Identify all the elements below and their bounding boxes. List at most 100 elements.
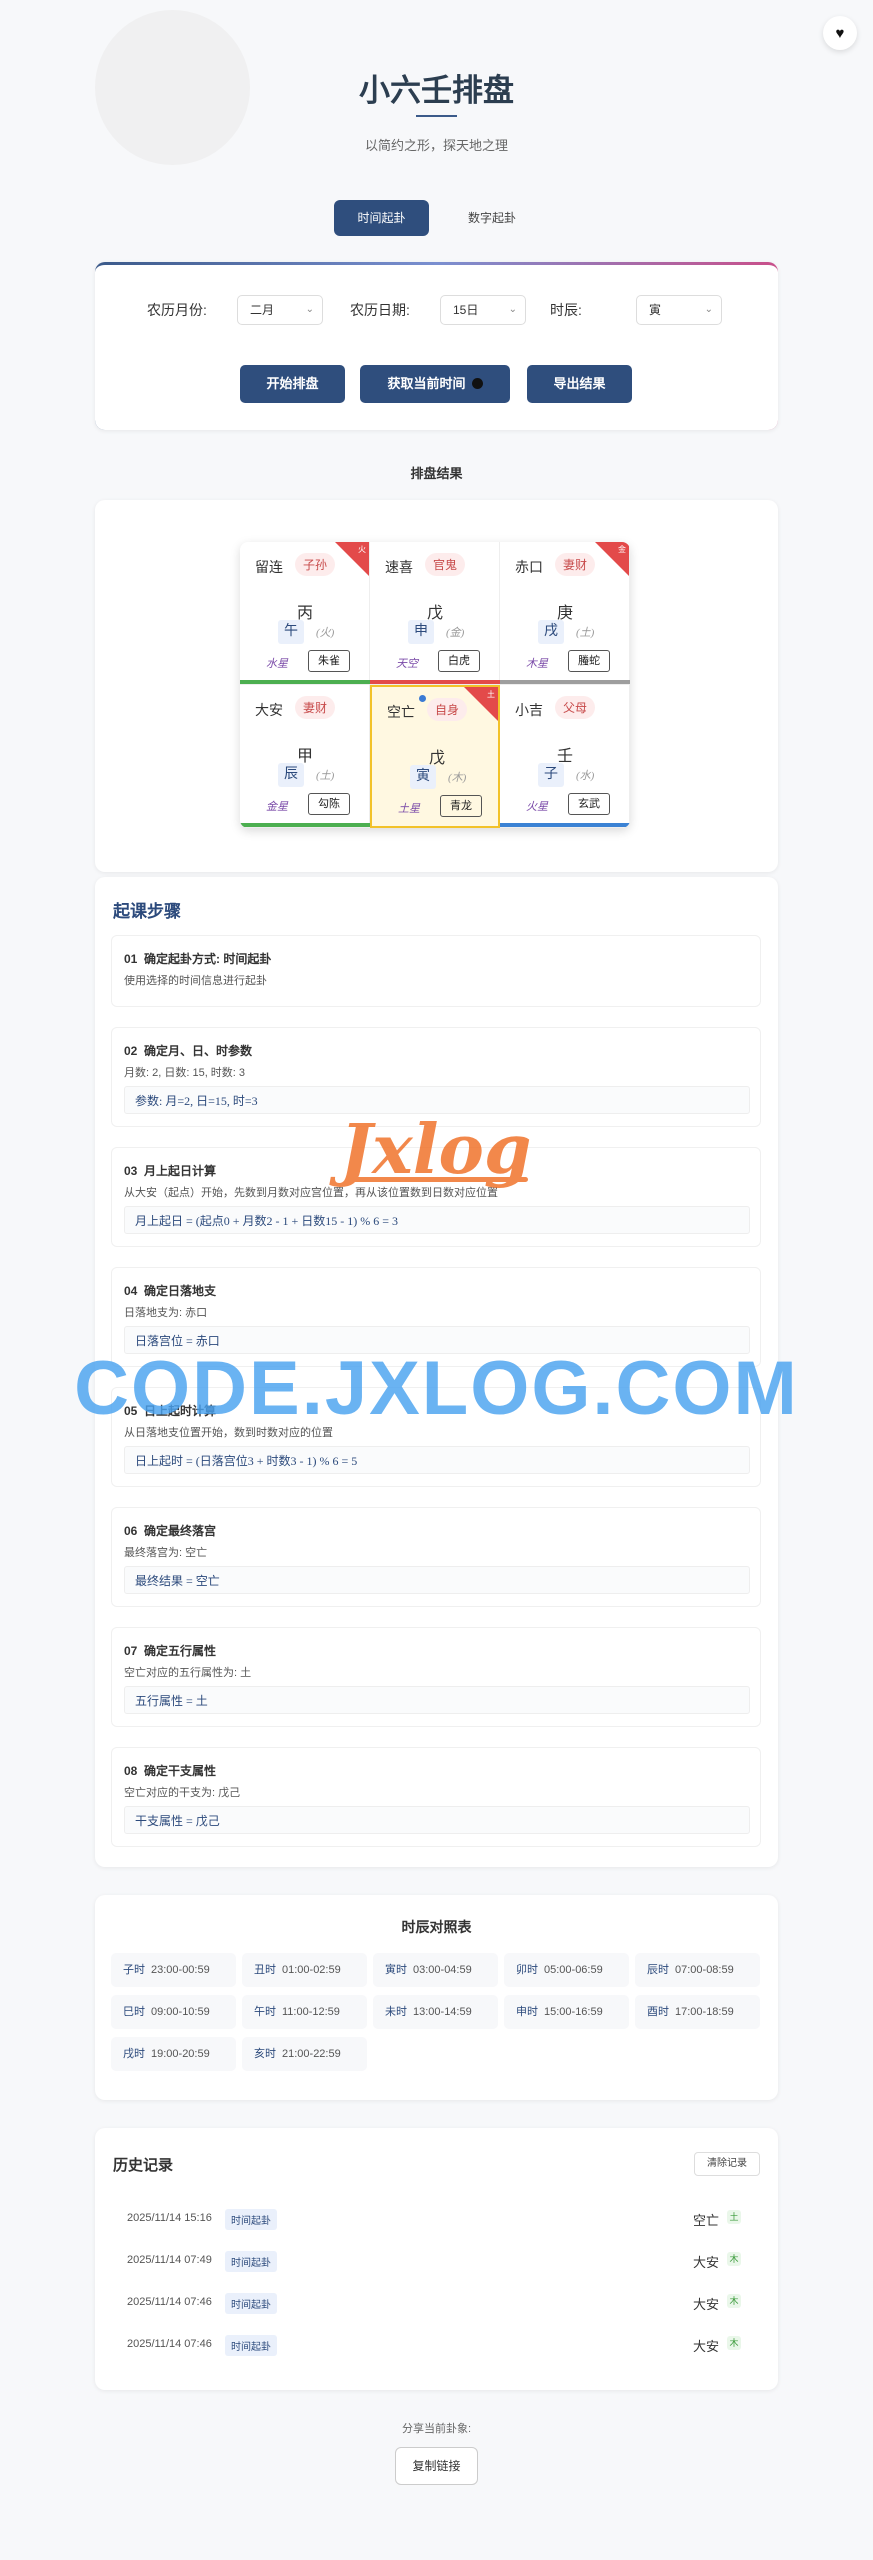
- step-formula: 五行属性 = 土: [124, 1686, 750, 1714]
- history-time: 2025/11/14 07:49: [127, 2254, 212, 2266]
- month-select[interactable]: 二月 ⌄: [237, 295, 323, 325]
- chevron-down-icon: ⌄: [305, 304, 314, 315]
- shichen-title: 时辰对照表: [401, 1919, 472, 1935]
- shichen-time: 05:00-06:59: [544, 1964, 603, 1976]
- step-description: 最终落宫为: 空亡: [124, 1547, 208, 1559]
- relation-badge: 子孙: [295, 553, 336, 576]
- shichen-item: 酉时 17:00-18:59: [635, 1995, 760, 2029]
- six-palace-board: 留连 子孙丙午 (火) 水星 朱雀火速喜 官鬼戊申 (金) 天空 白虎 赤口 妻财庚戌 (土) 木星 螣蛇…: [240, 542, 630, 828]
- step-description: 月数: 2, 日数: 15, 时数: 3: [124, 1067, 246, 1079]
- heavenly-stem: 丙: [296, 605, 313, 622]
- shichen-time: 01:00-02:59: [282, 1964, 341, 1976]
- step-description: 空亡对应的五行属性为: 土: [124, 1667, 252, 1679]
- palace-cell: 速喜 官鬼戊申 (金) 天空 白虎: [370, 542, 500, 685]
- copy-link-button[interactable]: 复制链接: [395, 2447, 478, 2485]
- step-formula: 最终结果 = 空亡: [124, 1566, 750, 1594]
- history-method-badge: 时间起卦: [225, 2335, 277, 2356]
- history-method-badge: 时间起卦: [225, 2251, 277, 2272]
- history-row[interactable]: 2025/11/14 07:46 时间起卦 大安木: [113, 2284, 759, 2324]
- shichen-name: 未时: [385, 2006, 407, 2018]
- clear-history-button[interactable]: 清除记录: [694, 2152, 760, 2176]
- shichen-time: 23:00-00:59: [151, 1964, 210, 1976]
- marker-dot: [419, 695, 426, 702]
- shichen-name: 亥时: [254, 2048, 276, 2060]
- palace-name: 速喜: [385, 561, 413, 576]
- element-bar: [370, 680, 500, 684]
- shichen-time: 15:00-16:59: [544, 2006, 603, 2018]
- shichen-item: 巳时 09:00-10:59: [111, 1995, 236, 2029]
- element-bar: [500, 680, 630, 684]
- hour-select[interactable]: 寅 ⌄: [636, 295, 722, 325]
- step-description: 空亡对应的干支为: 戊己: [124, 1787, 241, 1799]
- shichen-item: 未时 13:00-14:59: [373, 1995, 498, 2029]
- element-label: (木): [448, 772, 467, 784]
- shichen-item: 亥时 21:00-22:59: [242, 2037, 367, 2071]
- shichen-name: 戌时: [123, 2048, 145, 2060]
- shichen-card: 时辰对照表 子时 23:00-00:59 丑时 01:00-02:59 寅时 03:00-…: [95, 1895, 778, 2100]
- shichen-item: 戌时 19:00-20:59: [111, 2037, 236, 2071]
- spirit-badge: 朱雀: [308, 650, 350, 672]
- step-description: 日落地支为: 赤口: [124, 1307, 208, 1319]
- palace-name: 小吉: [515, 704, 543, 719]
- history-title: 历史记录: [113, 2157, 174, 2174]
- shichen-item: 辰时 07:00-08:59: [635, 1953, 760, 1987]
- history-element-badge: 土: [727, 2210, 741, 2224]
- history-time: 2025/11/14 07:46: [127, 2338, 212, 2350]
- start-button[interactable]: 开始排盘: [240, 365, 345, 403]
- step-item: 01 确定起卦方式: 时间起卦 使用选择的时间信息进行起卦: [111, 935, 761, 1007]
- spirit-badge: 青龙: [440, 795, 482, 817]
- earthly-branch: 戌: [538, 620, 564, 644]
- step-heading: 03 月上起日计算: [124, 1164, 217, 1178]
- board-card: 留连 子孙丙午 (火) 水星 朱雀火速喜 官鬼戊申 (金) 天空 白虎 赤口 妻财庚戌 (土) 木星 螣蛇…: [95, 500, 778, 872]
- shichen-item: 申时 15:00-16:59: [504, 1995, 629, 2029]
- element-label: (土): [316, 770, 335, 782]
- relation-badge: 妻财: [555, 553, 596, 576]
- shichen-name: 巳时: [123, 2006, 145, 2018]
- heavenly-stem: 壬: [556, 748, 573, 765]
- export-button[interactable]: 导出结果: [527, 365, 632, 403]
- step-heading: 04 确定日落地支: [124, 1284, 217, 1298]
- spirit-badge: 玄武: [568, 793, 610, 815]
- hour-label: 时辰:: [550, 302, 582, 318]
- history-row[interactable]: 2025/11/14 07:49 时间起卦 大安木: [113, 2242, 759, 2282]
- tab-number[interactable]: 数字起卦: [448, 200, 536, 236]
- relation-badge: 妻财: [295, 696, 336, 719]
- step-heading: 06 确定最终落宫: [124, 1524, 217, 1538]
- step-heading: 07 确定五行属性: [124, 1644, 217, 1658]
- star-label: 水星: [266, 658, 288, 670]
- shichen-time: 11:00-12:59: [282, 2006, 340, 2018]
- get-now-button[interactable]: 获取当前时间: [360, 365, 510, 403]
- star-label: 木星: [526, 658, 548, 670]
- chevron-down-icon: ⌄: [704, 304, 713, 315]
- shichen-item: 子时 23:00-00:59: [111, 1953, 236, 1987]
- palace-cell: 留连 子孙丙午 (火) 水星 朱雀 火: [240, 542, 370, 685]
- shichen-name: 寅时: [385, 1964, 407, 1976]
- history-row[interactable]: 2025/11/14 15:16 时间起卦 空亡土: [113, 2200, 759, 2240]
- shichen-name: 子时: [123, 1964, 145, 1976]
- step-heading: 01 确定起卦方式: 时间起卦: [124, 952, 272, 966]
- favorite-button[interactable]: ♥: [823, 16, 857, 50]
- step-item: 06 确定最终落宫 最终落宫为: 空亡最终结果 = 空亡: [111, 1507, 761, 1607]
- shichen-item: 卯时 05:00-06:59: [504, 1953, 629, 1987]
- tab-time[interactable]: 时间起卦: [334, 200, 429, 236]
- star-label: 火星: [526, 801, 548, 813]
- shichen-time: 07:00-08:59: [675, 1964, 734, 1976]
- palace-cell: 小吉 父母壬子 (水) 火星 玄武: [500, 685, 630, 828]
- history-row[interactable]: 2025/11/14 07:46 时间起卦 大安木: [113, 2326, 759, 2366]
- step-formula: 月上起日 = (起点0 + 月数2 - 1 + 日数15 - 1) % 6 = …: [124, 1206, 750, 1234]
- heavenly-stem: 庚: [556, 605, 573, 622]
- element-label: (土): [576, 627, 595, 639]
- corner-flag-label: 金: [618, 545, 626, 554]
- shichen-item: 寅时 03:00-04:59: [373, 1953, 498, 1987]
- step-item: 07 确定五行属性空亡对应的五行属性为: 土五行属性 = 土: [111, 1627, 761, 1727]
- step-heading: 08 确定干支属性: [124, 1764, 217, 1778]
- steps-title: 起课步骤: [113, 902, 181, 921]
- palace-name: 空亡: [387, 706, 415, 721]
- palace-name: 留连: [255, 561, 283, 576]
- palace-cell: 空亡 自身戊寅 (木) 土星 青龙 土: [370, 685, 500, 828]
- corner-flag-label: 火: [358, 545, 366, 554]
- circle-dot-icon: [471, 378, 483, 389]
- day-select[interactable]: 15日 ⌄: [440, 295, 526, 325]
- step-heading: 02 确定月、日、时参数: [124, 1044, 253, 1058]
- watermark-text: CODE.JXLOG.COM: [74, 1346, 799, 1431]
